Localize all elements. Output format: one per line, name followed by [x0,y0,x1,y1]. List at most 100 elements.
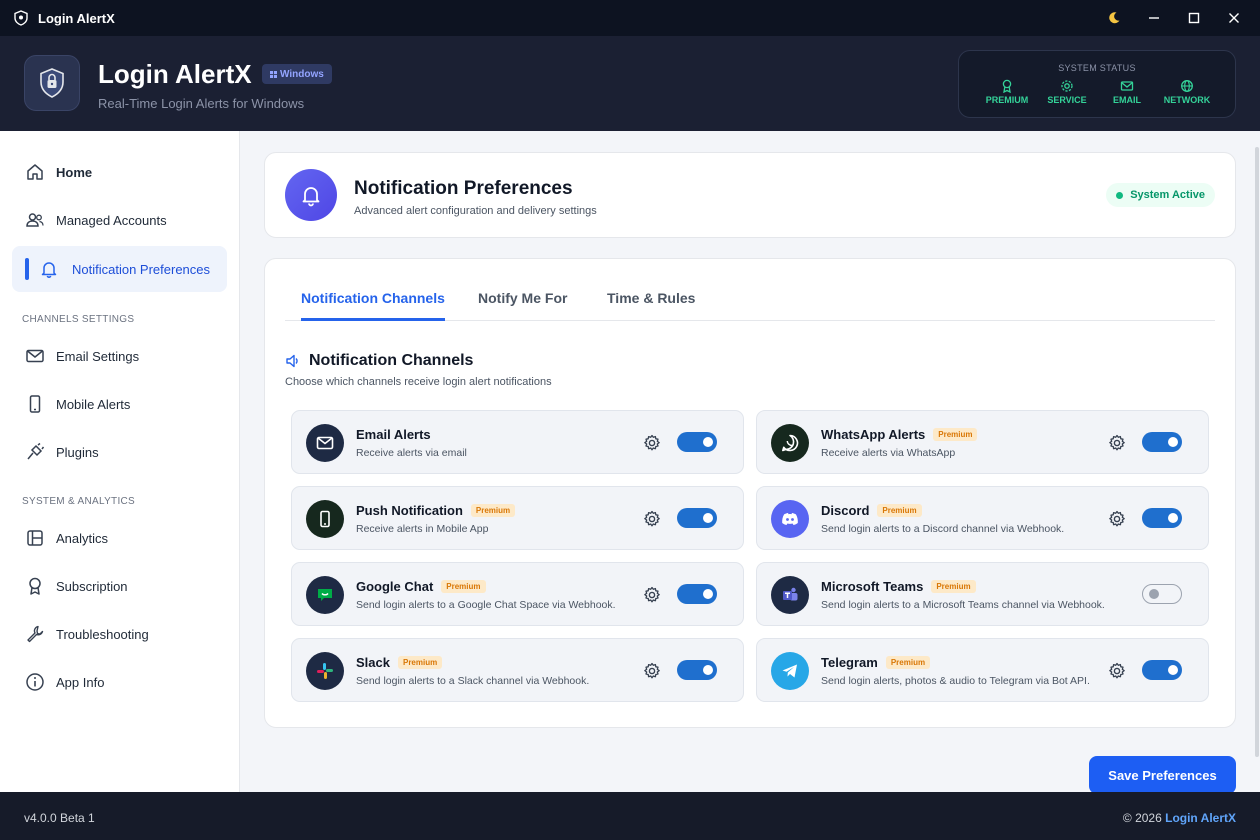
channel-name: Google Chat Premium [356,579,486,594]
channel-desc: Send login alerts to a Slack channel via… [356,675,590,687]
settings-gear-icon[interactable] [643,662,661,680]
sidebar-item-notification-preferences[interactable]: Notification Preferences [12,246,227,292]
settings-gear-icon[interactable] [643,510,661,528]
maximize-button[interactable] [1174,0,1214,36]
tagline: Real-Time Login Alerts for Windows [98,96,305,111]
channel-name-text: Push Notification [356,503,463,518]
channel-name: WhatsApp Alerts Premium [821,427,978,442]
active-indicator [25,258,29,280]
toggle-knob [703,665,713,675]
close-icon [1229,13,1239,23]
copyright-text: © 2026 [1122,811,1162,825]
channel-telegram: Telegram Premium Send login alerts, photo… [756,638,1209,702]
channel-name-text: Discord [821,503,870,518]
channel-toggle[interactable] [677,584,717,604]
channel-toggle[interactable] [677,432,717,452]
theme-toggle-button[interactable] [1094,0,1134,36]
settings-gear-icon[interactable] [643,586,661,604]
sidebar-item-mobile-alerts[interactable]: Mobile Alerts [12,381,227,427]
preferences-card: Notification Channels Notify Me For Time… [264,258,1236,728]
sidebar-item-email-settings[interactable]: Email Settings [12,333,227,379]
section-subtitle: Choose which channels receive login aler… [285,376,552,388]
discord-icon [771,500,809,538]
moon-icon [1109,12,1120,24]
status-service: SERVICE [1037,79,1097,105]
whatsapp-icon [771,424,809,462]
sidebar-item-plugins[interactable]: Plugins [12,429,227,475]
main-content: Notification Preferences Advanced alert … [240,131,1260,794]
channel-desc: Receive alerts via WhatsApp [821,447,956,459]
page-header-card: Notification Preferences Advanced alert … [264,152,1236,238]
channel-toggle[interactable] [1142,584,1182,604]
close-button[interactable] [1214,0,1254,36]
toggle-knob [703,513,713,523]
page-bell-badge [285,169,337,221]
gear-icon [1061,80,1073,92]
settings-gear-icon[interactable] [1108,510,1126,528]
telegram-icon [771,652,809,690]
premium-badge: Premium [470,504,516,517]
sidebar-item-troubleshooting[interactable]: Troubleshooting [12,611,227,657]
platform-badge-label: Windows [280,68,324,80]
channel-name: Slack Premium [356,655,443,670]
bell-icon [38,258,60,280]
premium-badge: Premium [885,656,931,669]
award-icon [24,575,46,597]
minimize-button[interactable] [1134,0,1174,36]
sidebar-item-subscription[interactable]: Subscription [12,563,227,609]
sidebar-item-label: Troubleshooting [56,626,149,642]
channel-toggle[interactable] [1142,508,1182,528]
scrollbar[interactable] [1255,147,1259,757]
version-label: v4.0.0 Beta 1 [24,811,95,825]
tab-notify-me-for[interactable]: Notify Me For [478,290,567,321]
home-icon [24,161,46,183]
channel-toggle[interactable] [677,508,717,528]
channel-desc: Send login alerts to a Microsoft Teams c… [821,599,1105,611]
speaker-icon [286,354,298,368]
platform-badge: Windows [262,64,332,84]
channel-name-text: Microsoft Teams [821,579,924,594]
settings-gear-icon[interactable] [1108,434,1126,452]
save-preferences-button[interactable]: Save Preferences [1089,756,1236,794]
sidebar-item-analytics[interactable]: Analytics [12,515,227,561]
sidebar-item-label: Home [56,164,93,180]
mail-icon [24,345,46,367]
sidebar-section-channels: CHANNELS SETTINGS [22,314,135,325]
analytics-icon [24,527,46,549]
slack-icon [306,652,344,690]
channel-desc: Receive alerts via email [356,447,467,459]
channel-name: Discord Premium [821,503,922,518]
app-name: Login AlertX [98,59,252,89]
tab-notification-channels[interactable]: Notification Channels [301,290,445,321]
status-badge-label: System Active [1130,189,1205,201]
settings-gear-icon[interactable] [643,434,661,452]
window-title: Login AlertX [38,10,115,26]
status-network: NETWORK [1157,79,1217,105]
channel-push-notification: Push Notification Premium Receive alerts … [291,486,744,550]
sidebar-item-managed-accounts[interactable]: Managed Accounts [12,197,227,243]
system-status-panel: SYSTEM STATUS PREMIUM SERVICE EMAIL NETW… [958,50,1236,118]
channel-toggle[interactable] [677,660,717,680]
teams-icon [771,576,809,614]
premium-badge: Premium [441,580,486,593]
sidebar-item-app-info[interactable]: App Info [12,659,227,705]
premium-badge: Premium [397,656,443,669]
status-premium: PREMIUM [977,79,1037,105]
channel-toggle[interactable] [1142,432,1182,452]
toggle-knob [1168,665,1178,675]
sidebar-item-label: Analytics [56,530,109,546]
premium-badge: Premium [931,580,976,593]
channel-toggle[interactable] [1142,660,1182,680]
settings-gear-icon[interactable] [1108,662,1126,680]
channel-slack: Slack Premium Send login alerts to a Slac… [291,638,744,702]
mail-icon [306,424,344,462]
sidebar-item-home[interactable]: Home [12,149,227,195]
sidebar-item-label: Plugins [56,444,99,460]
copyright: © 2026 Login AlertX [1123,811,1236,825]
channel-name: Push Notification Premium [356,503,516,518]
channel-name: Email Alerts [356,427,431,442]
sidebar-item-label: Managed Accounts [56,212,167,228]
status-badge: System Active [1106,183,1215,207]
section-title: Notification Channels [285,352,473,370]
tab-time-rules[interactable]: Time & Rules [607,290,695,321]
